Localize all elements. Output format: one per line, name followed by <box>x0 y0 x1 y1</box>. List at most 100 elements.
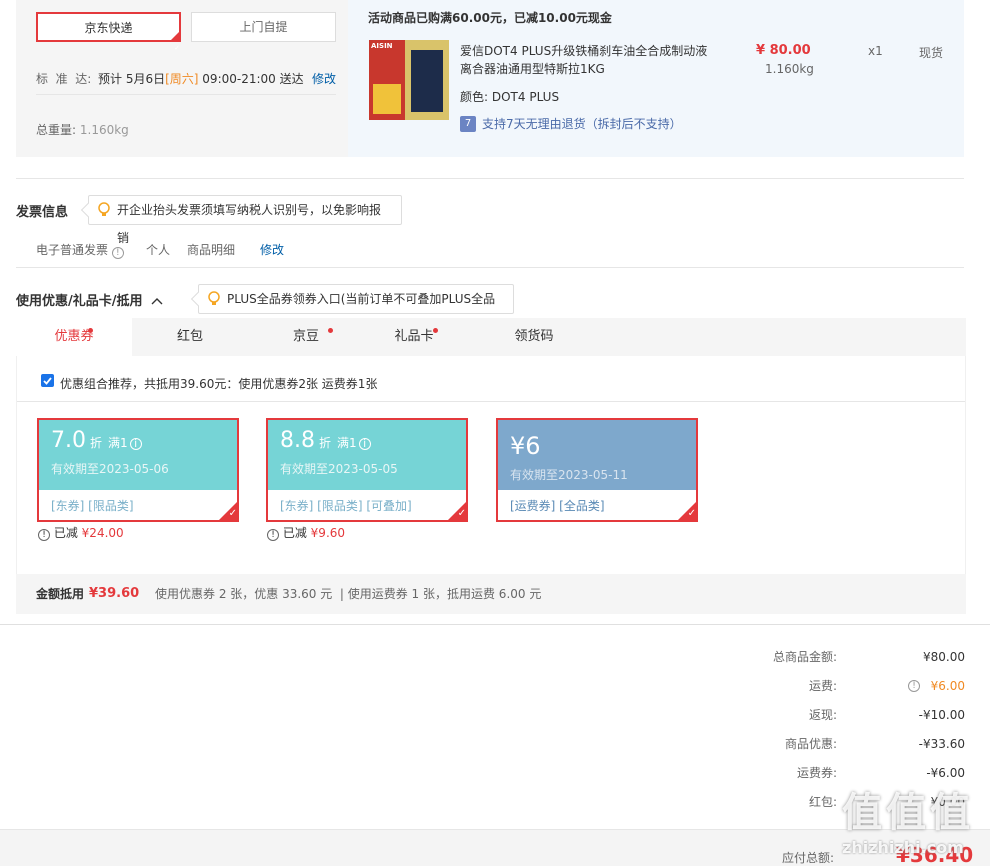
summary-detail: 使用优惠券 2 张，优惠 33.60 元 | 使用运费券 1 张，抵用运费 6.… <box>155 587 542 601</box>
watermark-url: zhizhizhi.com <box>842 838 964 857</box>
watermark-logo: 值值值 <box>842 790 974 836</box>
chevron-up-icon <box>151 298 163 305</box>
coupon-tags: [运费券] [全品类] <box>510 499 605 513</box>
divider <box>0 624 990 625</box>
coupon-tags: [东券] [限品类] [可叠加] <box>280 499 412 513</box>
coupon-value: 8.8 <box>280 428 315 453</box>
tab-coupon[interactable]: 优惠券 <box>16 318 132 356</box>
tab-redeem-code[interactable]: 领货码 <box>476 318 592 356</box>
color-value: DOT4 PLUS <box>491 90 560 104</box>
summary-label: 金额抵用 <box>36 587 85 601</box>
invoice-tip-text: 开企业抬头发票须填写纳税人识别号，以免影响报销 <box>117 203 382 245</box>
divider <box>17 401 965 402</box>
saved-label: 已减 <box>53 526 78 540</box>
tab-jd-beans[interactable]: 京豆 <box>248 318 364 356</box>
selected-check-icon: ✓ <box>217 500 237 520</box>
saved-label: 已减 <box>282 526 307 540</box>
selected-check-icon: ✓ <box>446 500 466 520</box>
total-label: 运费: <box>808 679 837 693</box>
plus-coupon-tip[interactable]: PLUS全品券领券入口(当前订单不可叠加PLUS全品券) <box>190 284 514 334</box>
total-value: -¥33.60 <box>918 737 965 751</box>
product-price: ¥ 80.00 <box>756 43 811 58</box>
delivery-standard-label: 标 准 达: <box>36 72 92 86</box>
coupon-condition: 满1 <box>337 436 357 450</box>
total-label: 运费券: <box>796 766 837 780</box>
selected-check-icon: ✓ <box>676 500 696 520</box>
estimate-day: [周六] <box>165 72 199 86</box>
discount-summary: 金额抵用 ¥39.60 使用优惠券 2 张，优惠 33.60 元 | 使用运费券… <box>16 574 966 614</box>
total-value: ¥6.00 <box>930 679 965 693</box>
info-icon[interactable]: ! <box>908 680 920 692</box>
product-title[interactable]: 爱信DOT4 PLUS升级铁桶刹车油全合成制动液 离合器油通用型特斯拉1KG <box>460 42 720 78</box>
coupon-card[interactable]: 7.0 折满1 i 有效期至2023-05-06 [东券] [限品类] ✓ <box>37 418 239 522</box>
tab-gift-card[interactable]: 礼品卡 <box>356 318 472 356</box>
notification-dot <box>328 328 333 333</box>
delivery-estimate: 预计 5月6日[周六] 09:00-21:00 送达 <box>98 70 304 87</box>
coupon-card[interactable]: 8.8 折满1 i 有效期至2023-05-05 [东券] [限品类] [可叠加] … <box>266 418 468 522</box>
estimate-time: 09:00-21:00 送达 <box>202 72 304 86</box>
divider <box>16 178 964 179</box>
invoice-modify-link[interactable]: 修改 <box>260 241 284 258</box>
coupon-saved: ! 已减 ¥24.00 <box>38 524 124 541</box>
info-icon: ! <box>38 529 50 541</box>
coupon-value: ¥6 <box>510 432 541 460</box>
total-label: 返现: <box>808 708 837 722</box>
info-icon[interactable]: i <box>129 438 142 450</box>
discount-tabs: 优惠券 红包 京豆 礼品卡 领货码 <box>16 318 966 356</box>
coupon-unit: 折 <box>90 436 103 450</box>
product-weight: 1.160kg <box>765 62 814 76</box>
discount-title[interactable]: 使用优惠/礼品卡/抵用 <box>16 290 163 309</box>
selected-check-icon: ✓ <box>169 30 181 52</box>
tab-label: 京豆 <box>292 329 319 344</box>
product-image[interactable]: AISIN <box>369 40 449 120</box>
product-image-brand: AISIN <box>371 42 393 50</box>
shipping-option-label: 上门自提 <box>239 20 288 34</box>
tab-label: 领货码 <box>514 329 554 344</box>
info-icon: ! <box>267 529 279 541</box>
promo-banner: 活动商品已购满60.00元，已减10.00元现金 <box>368 11 612 25</box>
invoice-type: 电子普通发票 ! <box>36 241 124 259</box>
product-color: 颜色: DOT4 PLUS <box>460 88 559 105</box>
shipping-coupon-card[interactable]: ¥6 有效期至2023-05-11 [运费券] [全品类] ✓ <box>496 418 698 522</box>
product-title-line: 离合器油通用型特斯拉1KG <box>460 62 605 76</box>
total-label: 商品优惠: <box>784 737 837 751</box>
total-label: 红包: <box>808 795 837 809</box>
notification-dot <box>433 328 438 333</box>
tab-label: 红包 <box>176 329 203 344</box>
coupon-expire: 有效期至2023-05-11 <box>510 468 628 482</box>
delivery-modify-link[interactable]: 修改 <box>312 70 336 87</box>
coupon-condition: 满1 <box>108 436 128 450</box>
shipping-option-jd-express[interactable]: 京东快递 ✓ <box>36 12 181 52</box>
invoice-holder: 个人 <box>146 243 171 257</box>
total-row: 返现: -¥10.00 <box>700 705 965 725</box>
estimate-date: 预计 5月6日 <box>98 72 166 86</box>
tip-arrow <box>80 202 96 218</box>
total-weight: 总重量: 1.160kg <box>36 121 129 138</box>
combo-text: 优惠组合推荐，共抵用39.60元：使用优惠券2张 运费券1张 <box>60 377 378 391</box>
summary-amount: ¥39.60 <box>89 586 140 601</box>
tab-red-packet[interactable]: 红包 <box>132 318 248 356</box>
info-icon[interactable]: i <box>358 438 371 450</box>
coupon-amount: 7.0 折满1 i <box>51 428 142 453</box>
product-quantity: x1 <box>868 44 883 58</box>
total-value: -¥10.00 <box>918 708 965 722</box>
bulb-icon <box>98 202 110 216</box>
invoice-title: 发票信息 <box>16 205 69 220</box>
saved-amount: ¥9.60 <box>310 526 346 540</box>
info-icon[interactable]: ! <box>111 247 124 259</box>
return-policy-text[interactable]: 支持7天无理由退货（拆封后不支持） <box>482 115 682 132</box>
product-title-line: 爱信DOT4 PLUS升级铁桶刹车油全合成制动液 <box>460 44 708 58</box>
total-row: 总商品金额: ¥80.00 <box>700 647 965 667</box>
payable-label: 应付总额: <box>782 851 835 865</box>
coupon-expire: 有效期至2023-05-06 <box>51 462 169 476</box>
notification-dot <box>88 328 93 333</box>
discount-title-label: 使用优惠/礼品卡/抵用 <box>16 294 143 309</box>
weight-value: 1.160kg <box>79 123 129 137</box>
combo-checkbox[interactable] <box>41 374 54 387</box>
bulb-icon <box>208 291 220 305</box>
invoice-content: 商品明细 <box>187 243 236 257</box>
shipping-option-pickup[interactable]: 上门自提 <box>191 12 336 42</box>
divider <box>36 94 336 95</box>
invoice-type-label: 电子普通发票 <box>36 243 109 257</box>
total-label: 总商品金额: <box>772 650 837 664</box>
